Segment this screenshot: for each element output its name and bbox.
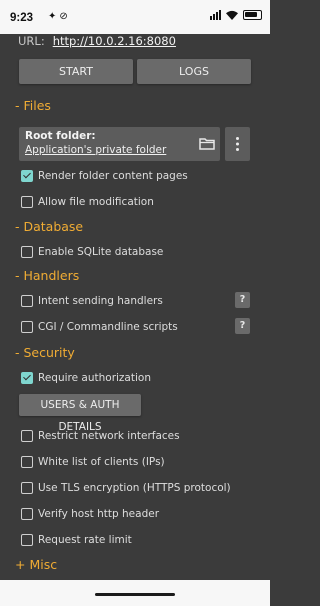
section-handlers-header[interactable]: - Handlers — [15, 268, 79, 283]
system-icons — [210, 10, 262, 20]
wifi-icon — [226, 10, 238, 20]
option-label: Intent sending handlers — [38, 295, 163, 307]
more-vertical-icon — [236, 137, 239, 151]
battery-icon — [243, 10, 262, 20]
option-label: Render folder content pages — [38, 170, 188, 182]
server-url-row: URL: http://10.0.2.16:8080 — [18, 34, 176, 48]
root-folder-box[interactable]: Root folder: Application's private folde… — [19, 127, 220, 161]
option-allow-file-modification[interactable]: Allow file modification — [21, 194, 154, 210]
section-database-header[interactable]: - Database — [15, 219, 83, 234]
option-label: White list of clients (IPs) — [38, 456, 165, 468]
section-misc-header[interactable]: + Misc — [15, 557, 57, 572]
folder-icon[interactable] — [199, 137, 215, 150]
intent-handlers-help-button[interactable]: ? — [235, 292, 250, 308]
server-url-link[interactable]: http://10.0.2.16:8080 — [53, 34, 176, 48]
option-intent-handlers[interactable]: Intent sending handlers — [21, 293, 163, 309]
checkbox[interactable] — [21, 196, 33, 208]
checkbox[interactable] — [21, 430, 33, 442]
option-require-authorization[interactable]: Require authorization — [21, 370, 151, 386]
option-label: Enable SQLite database — [38, 246, 164, 258]
option-label: Restrict network interfaces — [38, 430, 180, 442]
url-label: URL: — [18, 34, 45, 48]
option-request-rate-limit[interactable]: Request rate limit — [21, 532, 132, 548]
checkbox-checked[interactable] — [21, 372, 33, 384]
settings-content[interactable]: URL: http://10.0.2.16:8080 START LOGS - F… — [0, 34, 270, 580]
option-label: Require authorization — [38, 372, 151, 384]
home-gesture-handle[interactable] — [95, 593, 175, 596]
sparkle-icon: ✦ — [48, 11, 60, 22]
checkbox[interactable] — [21, 456, 33, 468]
option-use-tls[interactable]: Use TLS encryption (HTTPS protocol) — [21, 480, 231, 496]
checkbox[interactable] — [21, 534, 33, 546]
checkbox[interactable] — [21, 508, 33, 520]
start-button[interactable]: START — [19, 59, 133, 84]
root-folder-menu-button[interactable] — [225, 127, 250, 161]
users-auth-details-button[interactable]: USERS & AUTH DETAILS — [19, 394, 141, 433]
option-verify-host-header[interactable]: Verify host http header — [21, 506, 159, 522]
option-enable-sqlite[interactable]: Enable SQLite database — [21, 244, 163, 260]
option-render-folder-content[interactable]: Render folder content pages — [21, 168, 188, 184]
root-folder-value[interactable]: Application's private folder — [25, 144, 166, 156]
option-restrict-network-interfaces[interactable]: Restrict network interfaces — [21, 428, 180, 444]
section-files-header[interactable]: - Files — [15, 98, 51, 113]
option-label: Request rate limit — [38, 534, 132, 546]
option-label: Allow file modification — [38, 196, 154, 208]
checkbox[interactable] — [21, 295, 33, 307]
checkbox[interactable] — [21, 246, 33, 258]
section-security-header[interactable]: - Security — [15, 345, 75, 360]
status-time: 9:23 — [10, 12, 34, 24]
status-bar: 9:23 ✦⊘ — [0, 0, 270, 34]
do-not-disturb-icon: ⊘ — [59, 11, 71, 22]
signal-icon — [210, 10, 221, 20]
checkbox[interactable] — [21, 482, 33, 494]
option-white-list-clients[interactable]: White list of clients (IPs) — [21, 454, 165, 470]
root-folder-title: Root folder: — [25, 130, 96, 142]
notification-icons: ✦⊘ — [48, 11, 71, 22]
logs-button[interactable]: LOGS — [137, 59, 251, 84]
cgi-scripts-help-button[interactable]: ? — [235, 318, 250, 334]
option-label: CGI / Commandline scripts — [38, 321, 178, 333]
option-label: Use TLS encryption (HTTPS protocol) — [38, 482, 231, 494]
checkbox-checked[interactable] — [21, 170, 33, 182]
option-label: Verify host http header — [38, 508, 160, 520]
navigation-bar — [0, 580, 270, 606]
option-cgi-scripts[interactable]: CGI / Commandline scripts — [21, 319, 178, 335]
checkbox[interactable] — [21, 321, 33, 333]
